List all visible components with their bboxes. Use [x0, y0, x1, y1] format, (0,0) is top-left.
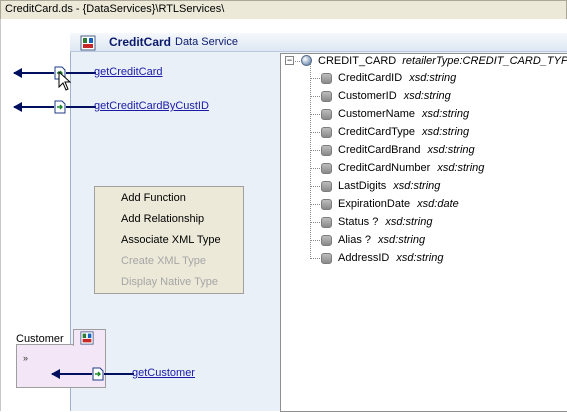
collapse-toggle-icon[interactable]: − — [285, 56, 294, 65]
field-type: xsd:string — [427, 144, 475, 156]
field-name: ExpirationDate — [338, 198, 411, 210]
collapse-chevron-icon[interactable]: » — [23, 353, 28, 363]
connector-line — [104, 373, 134, 375]
context-menu: Add Function Add Relationship Associate … — [94, 186, 244, 294]
element-icon — [321, 145, 332, 156]
window-title-bar: CreditCard.ds - {DataServices}\RTLServic… — [0, 0, 567, 20]
operation-link[interactable]: getCustomer — [132, 367, 195, 379]
read-function-icon[interactable] — [92, 367, 104, 381]
field-type: xsd:date — [417, 198, 459, 210]
tree-guide-line — [310, 62, 312, 259]
field-type: xsd:string — [396, 252, 444, 264]
field-name: CreditCardBrand — [338, 144, 421, 156]
root-element-type: retailerType:CREDIT_CARD_TYPE — [402, 55, 567, 67]
field-name: CustomerName — [338, 108, 416, 120]
field-type: xsd:string — [409, 72, 457, 84]
mouse-pointer-icon — [58, 71, 72, 91]
element-icon — [321, 217, 332, 228]
root-element-name: CREDIT_CARD — [318, 55, 397, 67]
connector-line — [66, 106, 96, 108]
schema-root[interactable]: CREDIT_CARD retailerType:CREDIT_CARD_TYPE — [318, 55, 567, 67]
field-name: AddressID — [338, 252, 390, 264]
data-service-subtitle: Data Service — [175, 36, 238, 48]
window-title: CreditCard.ds - {DataServices}\RTLServic… — [5, 3, 225, 15]
data-service-icon — [80, 331, 94, 345]
field-type: xsd:string — [403, 90, 451, 102]
element-icon — [321, 127, 332, 138]
tree-guide-line — [293, 61, 300, 62]
read-function-icon[interactable] — [54, 100, 66, 114]
menu-item-display-native-type: Display Native Type — [121, 276, 219, 288]
operation-link[interactable]: getCreditCardByCustID — [94, 100, 209, 112]
field-name: CreditCardID — [338, 72, 403, 84]
data-service-icon — [80, 35, 96, 51]
element-icon — [321, 163, 332, 174]
field-type: xsd:string — [422, 108, 470, 120]
menu-item-add-relationship[interactable]: Add Relationship — [121, 213, 204, 225]
field-name: Status ? — [338, 216, 379, 228]
field-name: CreditCardNumber — [338, 162, 431, 174]
menu-item-associate-xml-type[interactable]: Associate XML Type — [121, 234, 221, 246]
element-icon — [321, 199, 332, 210]
field-type: xsd:string — [385, 216, 433, 228]
field-name: CreditCardType — [338, 126, 416, 138]
menu-item-add-function[interactable]: Add Function — [121, 192, 186, 204]
root-element-icon — [301, 55, 312, 66]
connector-line — [14, 106, 54, 108]
connector-line — [14, 72, 54, 74]
field-type: xsd:string — [422, 126, 470, 138]
operation-link[interactable]: getCreditCard — [94, 66, 162, 78]
element-icon — [321, 109, 332, 120]
data-service-name: CreditCard — [109, 35, 172, 49]
field-type: xsd:string — [437, 162, 485, 174]
field-name: CustomerID — [338, 90, 397, 102]
field-name: Alias ? — [338, 234, 372, 246]
field-type: xsd:string — [378, 234, 426, 246]
element-icon — [321, 235, 332, 246]
menu-item-create-xml-type: Create XML Type — [121, 255, 206, 267]
field-type: xsd:string — [393, 180, 441, 192]
field-name: LastDigits — [338, 180, 387, 192]
schema-tree-panel[interactable] — [280, 53, 567, 412]
customer-service-box[interactable] — [16, 344, 106, 388]
element-icon — [321, 73, 332, 84]
element-icon — [321, 91, 332, 102]
element-icon — [321, 253, 332, 264]
connector-line — [52, 373, 92, 375]
element-icon — [321, 181, 332, 192]
